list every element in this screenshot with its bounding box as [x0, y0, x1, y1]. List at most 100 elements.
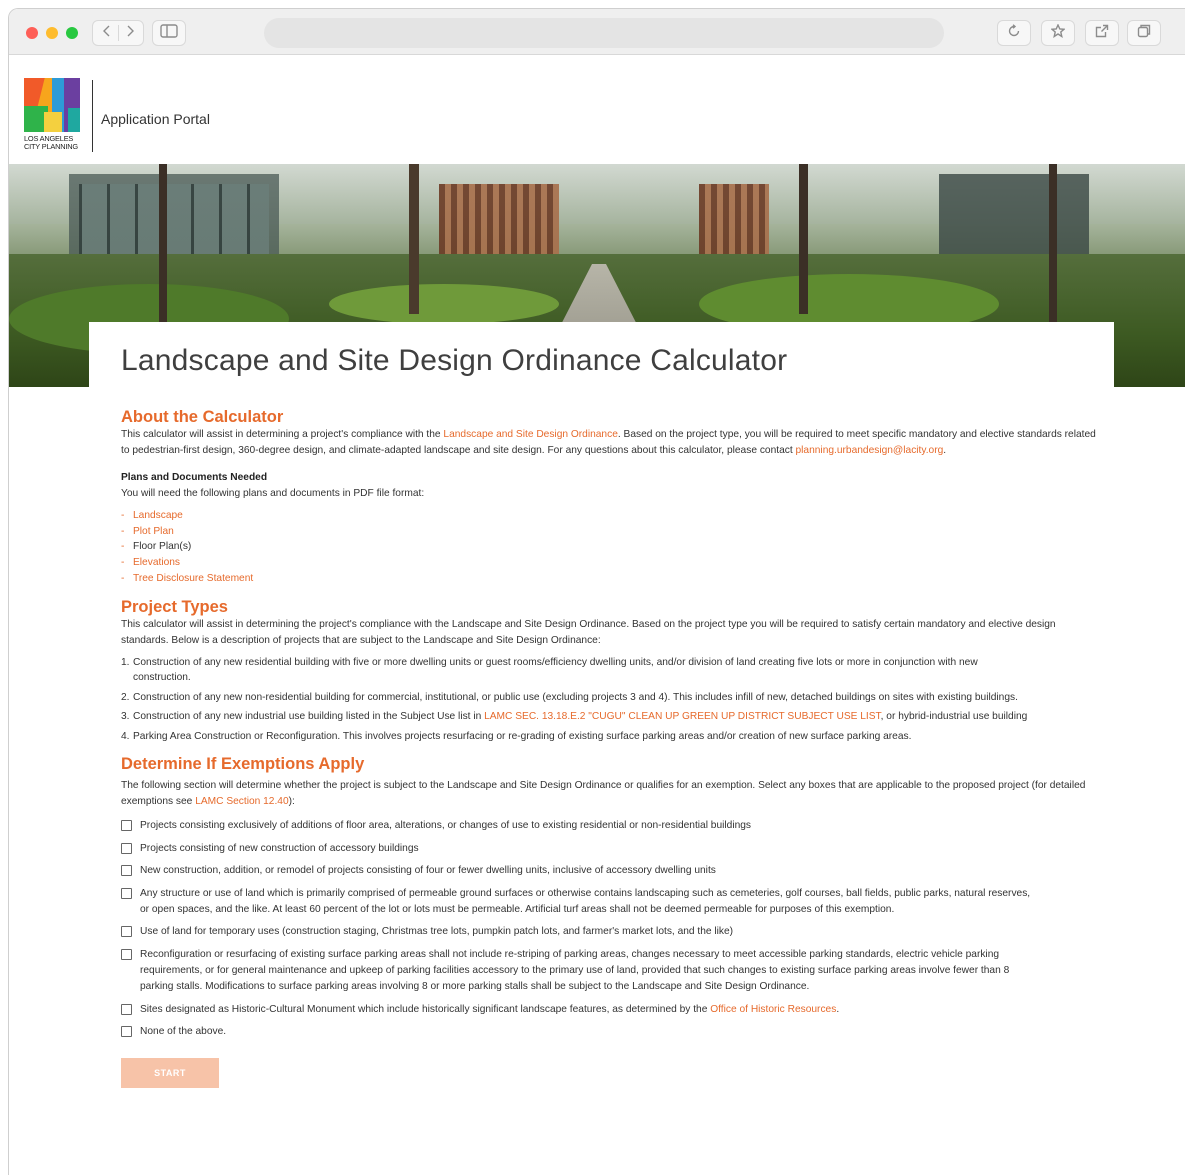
- exemption-option: Reconfiguration or resurfacing of existi…: [121, 947, 1096, 995]
- share-button[interactable]: [1085, 20, 1119, 46]
- list-item: - Plot Plan: [121, 524, 1096, 540]
- address-bar[interactable]: [264, 18, 944, 48]
- historic-text-end: .: [836, 1003, 840, 1015]
- office-of-historic-resources-link[interactable]: Office of Historic Resources: [710, 1004, 836, 1015]
- list-text: Parking Area Construction or Reconfigura…: [133, 730, 912, 742]
- list-item: - Landscape: [121, 508, 1096, 524]
- logo-mark-icon: [24, 78, 80, 132]
- start-button[interactable]: START: [121, 1058, 219, 1089]
- about-text-1: This calculator will assist in determini…: [121, 429, 444, 440]
- elevations-doc-link[interactable]: Elevations: [133, 557, 180, 568]
- list-text-1: Construction of any new industrial use b…: [133, 711, 485, 723]
- contact-email-link[interactable]: planning.urbandesign@lacity.org: [796, 445, 944, 456]
- list-item: 4. Parking Area Construction or Reconfig…: [121, 729, 1096, 745]
- exemption-checkbox[interactable]: [121, 842, 132, 854]
- list-item: - Floor Plan(s): [121, 539, 1096, 555]
- exemption-option: New construction, addition, or remodel o…: [121, 863, 1096, 879]
- exemption-option: Projects consisting exclusively of addit…: [121, 818, 1096, 834]
- browser-toolbar: [9, 9, 1185, 55]
- exemption-label[interactable]: New construction, addition, or remodel o…: [140, 863, 1050, 879]
- logo-line-2: CITY PLANNING: [24, 142, 78, 151]
- list-item: 1. Construction of any new residential b…: [121, 655, 1096, 686]
- list-dash: -: [121, 510, 125, 521]
- list-dash: -: [121, 525, 125, 537]
- reload-button[interactable]: [997, 20, 1031, 46]
- exemption-checkbox[interactable]: [121, 887, 132, 899]
- exemption-option: Any structure or use of land which is pr…: [121, 886, 1096, 918]
- list-number: 3.: [121, 711, 130, 723]
- tree-disclosure-doc-link[interactable]: Tree Disclosure Statement: [133, 573, 253, 584]
- exemption-checkbox[interactable]: [121, 948, 132, 960]
- site-header: LOS ANGELES CITY PLANNING Application Po…: [9, 56, 1185, 164]
- project-types-section: Project Types This calculator will assis…: [121, 597, 1096, 745]
- historic-text: Sites designated as Historic-Cultural Mo…: [140, 1003, 711, 1015]
- tabs-overview-button[interactable]: [1127, 20, 1161, 46]
- exemption-checkbox[interactable]: [121, 926, 132, 938]
- navigation-buttons: [92, 20, 144, 46]
- maximize-window-button[interactable]: [66, 27, 78, 39]
- list-number: 4.: [121, 730, 130, 742]
- lamc-section-link[interactable]: LAMC Section 12.40: [195, 796, 288, 807]
- close-window-button[interactable]: [26, 27, 38, 39]
- forward-icon[interactable]: [125, 24, 135, 42]
- main-content: About the Calculator This calculator wil…: [121, 407, 1096, 1089]
- exemptions-intro: The following section will determine whe…: [121, 778, 1096, 810]
- list-item: 2. Construction of any new non-residenti…: [121, 690, 1096, 706]
- exemption-label[interactable]: Projects consisting exclusively of addit…: [140, 818, 1050, 834]
- project-types-list: 1. Construction of any new residential b…: [121, 655, 1096, 745]
- list-number: 2.: [121, 691, 130, 703]
- list-item: 3. Construction of any new industrial us…: [121, 709, 1096, 725]
- list-dash: -: [121, 572, 125, 584]
- list-text: Construction of any new non-residential …: [133, 691, 1018, 703]
- exemption-checkbox[interactable]: [121, 1003, 132, 1015]
- exemption-option: None of the above.: [121, 1024, 1096, 1040]
- exemption-label[interactable]: Projects consisting of new construction …: [140, 841, 1050, 857]
- exemption-label[interactable]: None of the above.: [140, 1024, 1050, 1040]
- portal-title: Application Portal: [101, 111, 210, 127]
- plot-plan-doc-link[interactable]: Plot Plan: [133, 526, 174, 537]
- list-dash: -: [121, 541, 125, 553]
- minimize-window-button[interactable]: [46, 27, 58, 39]
- about-text-3: .: [943, 445, 947, 456]
- la-city-planning-logo[interactable]: LOS ANGELES CITY PLANNING: [24, 78, 82, 158]
- exemption-checkbox[interactable]: [121, 820, 132, 832]
- exemption-option: Sites designated as Historic-Cultural Mo…: [121, 1002, 1096, 1018]
- title-card: Landscape and Site Design Ordinance Calc…: [89, 322, 1114, 402]
- share-icon: [1095, 24, 1109, 43]
- browser-window: LOS ANGELES CITY PLANNING Application Po…: [8, 8, 1185, 1175]
- bookmark-star-icon: [1050, 22, 1066, 43]
- tabs-icon: [1137, 24, 1151, 43]
- cugu-subject-use-list-link[interactable]: LAMC SEC. 13.18.E.2 "CUGU" CLEAN UP GREE…: [484, 711, 881, 722]
- exemption-options: Projects consisting exclusively of addit…: [121, 818, 1096, 1040]
- exemptions-heading: Determine If Exemptions Apply: [121, 755, 365, 774]
- exemption-option: Use of land for temporary uses (construc…: [121, 924, 1096, 940]
- reload-icon: [1007, 23, 1021, 43]
- project-types-intro: This calculator will assist in determini…: [121, 618, 1056, 646]
- back-icon[interactable]: [102, 24, 112, 42]
- sidebar-icon: [160, 23, 178, 43]
- header-divider: [92, 80, 93, 152]
- ordinance-link[interactable]: Landscape and Site Design Ordinance: [443, 429, 617, 440]
- logo-text: LOS ANGELES CITY PLANNING: [24, 135, 82, 151]
- exemption-label[interactable]: Any structure or use of land which is pr…: [140, 886, 1040, 918]
- none-of-the-above-checkbox[interactable]: [121, 1026, 132, 1038]
- exemption-option: Projects consisting of new construction …: [121, 841, 1096, 857]
- page-title: Landscape and Site Design Ordinance Calc…: [121, 344, 788, 377]
- list-text-2: , or hybrid-industrial use building: [880, 711, 1028, 723]
- exemption-label[interactable]: Sites designated as Historic-Cultural Mo…: [140, 1002, 1050, 1018]
- docs-heading: Plans and Documents Needed: [121, 472, 268, 483]
- floor-plan-doc-label: Floor Plan(s): [133, 541, 192, 553]
- exemption-label[interactable]: Use of land for temporary uses (construc…: [140, 924, 1050, 940]
- about-heading: About the Calculator: [121, 408, 284, 426]
- nav-separator: [117, 25, 119, 41]
- about-description: This calculator will assist in determini…: [121, 427, 1096, 459]
- bookmark-button[interactable]: [1041, 20, 1075, 46]
- docs-intro: You will need the following plans and do…: [121, 488, 425, 499]
- exemption-label[interactable]: Reconfiguration or resurfacing of existi…: [140, 947, 1025, 995]
- list-text: Construction of any new industrial use b…: [133, 709, 1096, 725]
- sidebar-button[interactable]: [152, 20, 186, 46]
- exemptions-intro-text-2: ):: [288, 796, 295, 808]
- list-dash: -: [121, 557, 125, 569]
- exemption-checkbox[interactable]: [121, 865, 132, 877]
- landscape-doc-link[interactable]: Landscape: [133, 510, 183, 521]
